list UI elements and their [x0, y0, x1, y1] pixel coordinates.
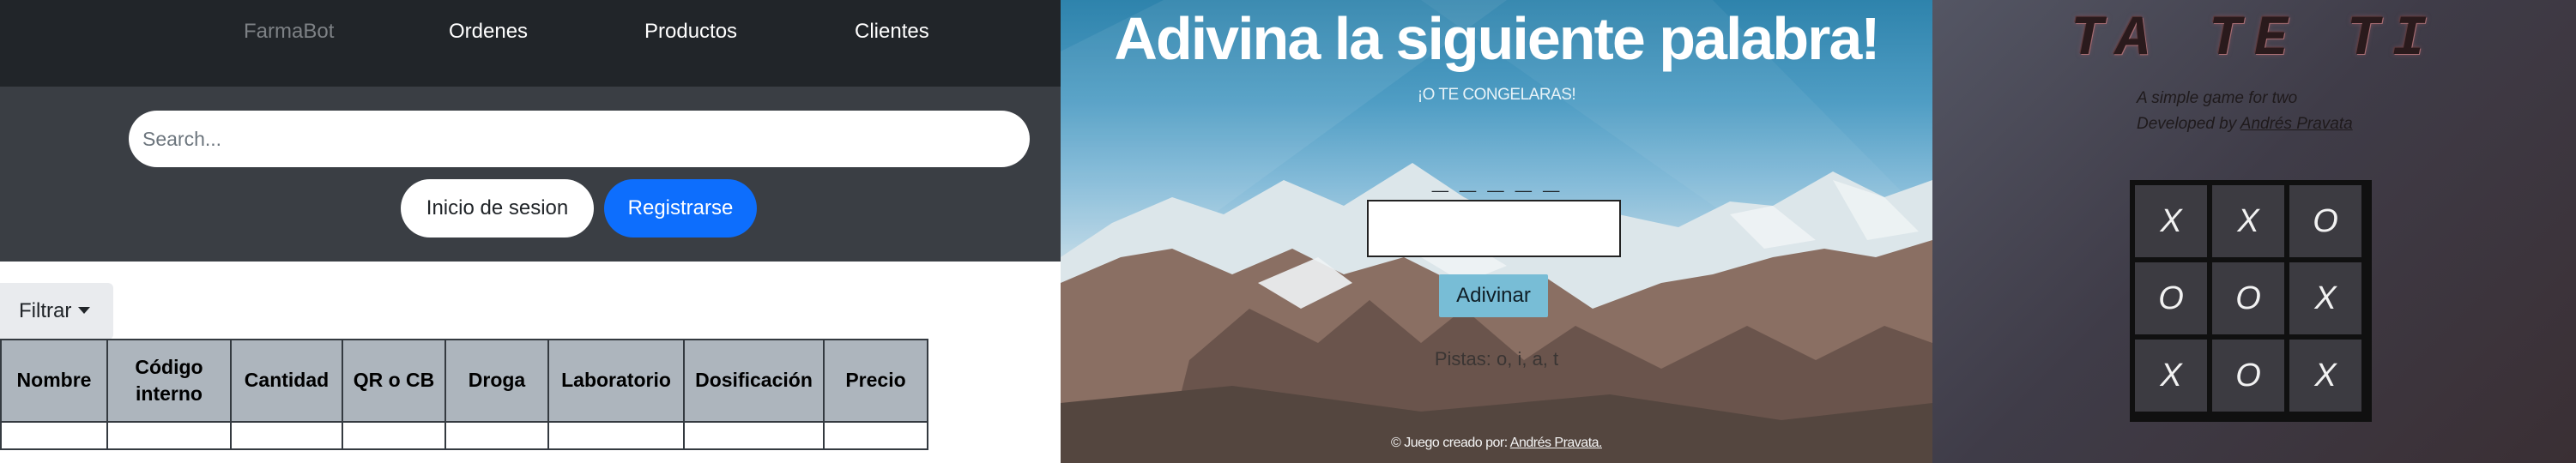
board-cell[interactable]: O	[2289, 185, 2361, 257]
word-placeholder-dashes: _ _ _ _ _	[1431, 163, 1562, 195]
nav-item-productos[interactable]: Productos	[644, 0, 737, 63]
developed-by-text: Developed by	[2137, 115, 2240, 133]
table-cell	[547, 421, 685, 450]
products-table: Nombre Código interno Cantidad QR o CB D…	[0, 339, 928, 450]
register-button[interactable]: Registrarse	[604, 179, 757, 238]
column-header-precio: Precio	[823, 339, 928, 423]
navbar: FarmaBot Ordenes Productos Clientes	[0, 0, 1061, 87]
table-cell	[683, 421, 825, 450]
board-cell[interactable]: O	[2212, 262, 2284, 334]
footer-credit: © Juego creado por: Andrés Pravata.	[1061, 436, 1932, 451]
board-cell[interactable]: X	[2135, 185, 2207, 257]
table-cell	[823, 421, 928, 450]
search-input[interactable]	[129, 111, 1030, 167]
developed-by-line: Developed by Andrés Pravata	[2137, 115, 2353, 134]
table-cell	[106, 421, 232, 450]
footer-text: © Juego creado por:	[1390, 436, 1510, 450]
table-header-row: Nombre Código interno Cantidad QR o CB D…	[0, 339, 928, 423]
table-cell	[0, 421, 108, 450]
column-header-nombre: Nombre	[0, 339, 108, 423]
developer-link[interactable]: Andrés Pravata	[2240, 115, 2353, 133]
caret-down-icon	[78, 306, 91, 314]
word-game-panel: Adivina la siguiente palabra! ¡O TE CONG…	[1061, 0, 1932, 463]
nav-item-ordenes[interactable]: Ordenes	[449, 0, 528, 63]
hints-text: Pistas: o, i, a, t	[1434, 348, 1559, 370]
author-link[interactable]: Andrés Pravata.	[1510, 436, 1603, 450]
game-title: Adivina la siguiente palabra!	[1114, 5, 1880, 72]
board-cell[interactable]: X	[2135, 340, 2207, 412]
board-cell[interactable]: X	[2212, 185, 2284, 257]
filter-dropdown-button[interactable]: Filtrar	[0, 283, 113, 340]
column-header-laboratorio: Laboratorio	[547, 339, 685, 423]
guess-input[interactable]	[1367, 200, 1621, 257]
table-cell	[342, 421, 446, 450]
tateti-panel: TA TE TI A simple game for two Developed…	[1932, 0, 2576, 463]
column-header-droga: Droga	[444, 339, 549, 423]
adivinar-button[interactable]: Adivinar	[1439, 274, 1548, 317]
tagline: A simple game for two	[2137, 89, 2298, 107]
board-cell[interactable]: O	[2135, 262, 2207, 334]
nav-item-clientes[interactable]: Clientes	[855, 0, 929, 63]
column-header-cantidad: Cantidad	[230, 339, 343, 423]
filter-label: Filtrar	[19, 299, 72, 322]
login-button[interactable]: Inicio de sesion	[401, 179, 594, 238]
farmabot-panel: FarmaBot Ordenes Productos Clientes Inic…	[0, 0, 1061, 463]
game-subtitle: ¡O TE CONGELARAS!	[1417, 86, 1576, 104]
nav-brand-link[interactable]: FarmaBot	[244, 0, 334, 63]
table-row	[0, 421, 928, 450]
board-cell[interactable]: X	[2289, 262, 2361, 334]
table-cell	[444, 421, 549, 450]
tateti-title: TA TE TI	[2070, 7, 2439, 71]
board-cell[interactable]: X	[2289, 340, 2361, 412]
tateti-board: X X O O O X X O X	[2130, 180, 2372, 422]
board-cell[interactable]: O	[2212, 340, 2284, 412]
table-cell	[230, 421, 343, 450]
column-header-dosificacion: Dosificación	[683, 339, 825, 423]
column-header-codigo-interno: Código interno	[106, 339, 232, 423]
column-header-qr-cb: QR o CB	[342, 339, 446, 423]
